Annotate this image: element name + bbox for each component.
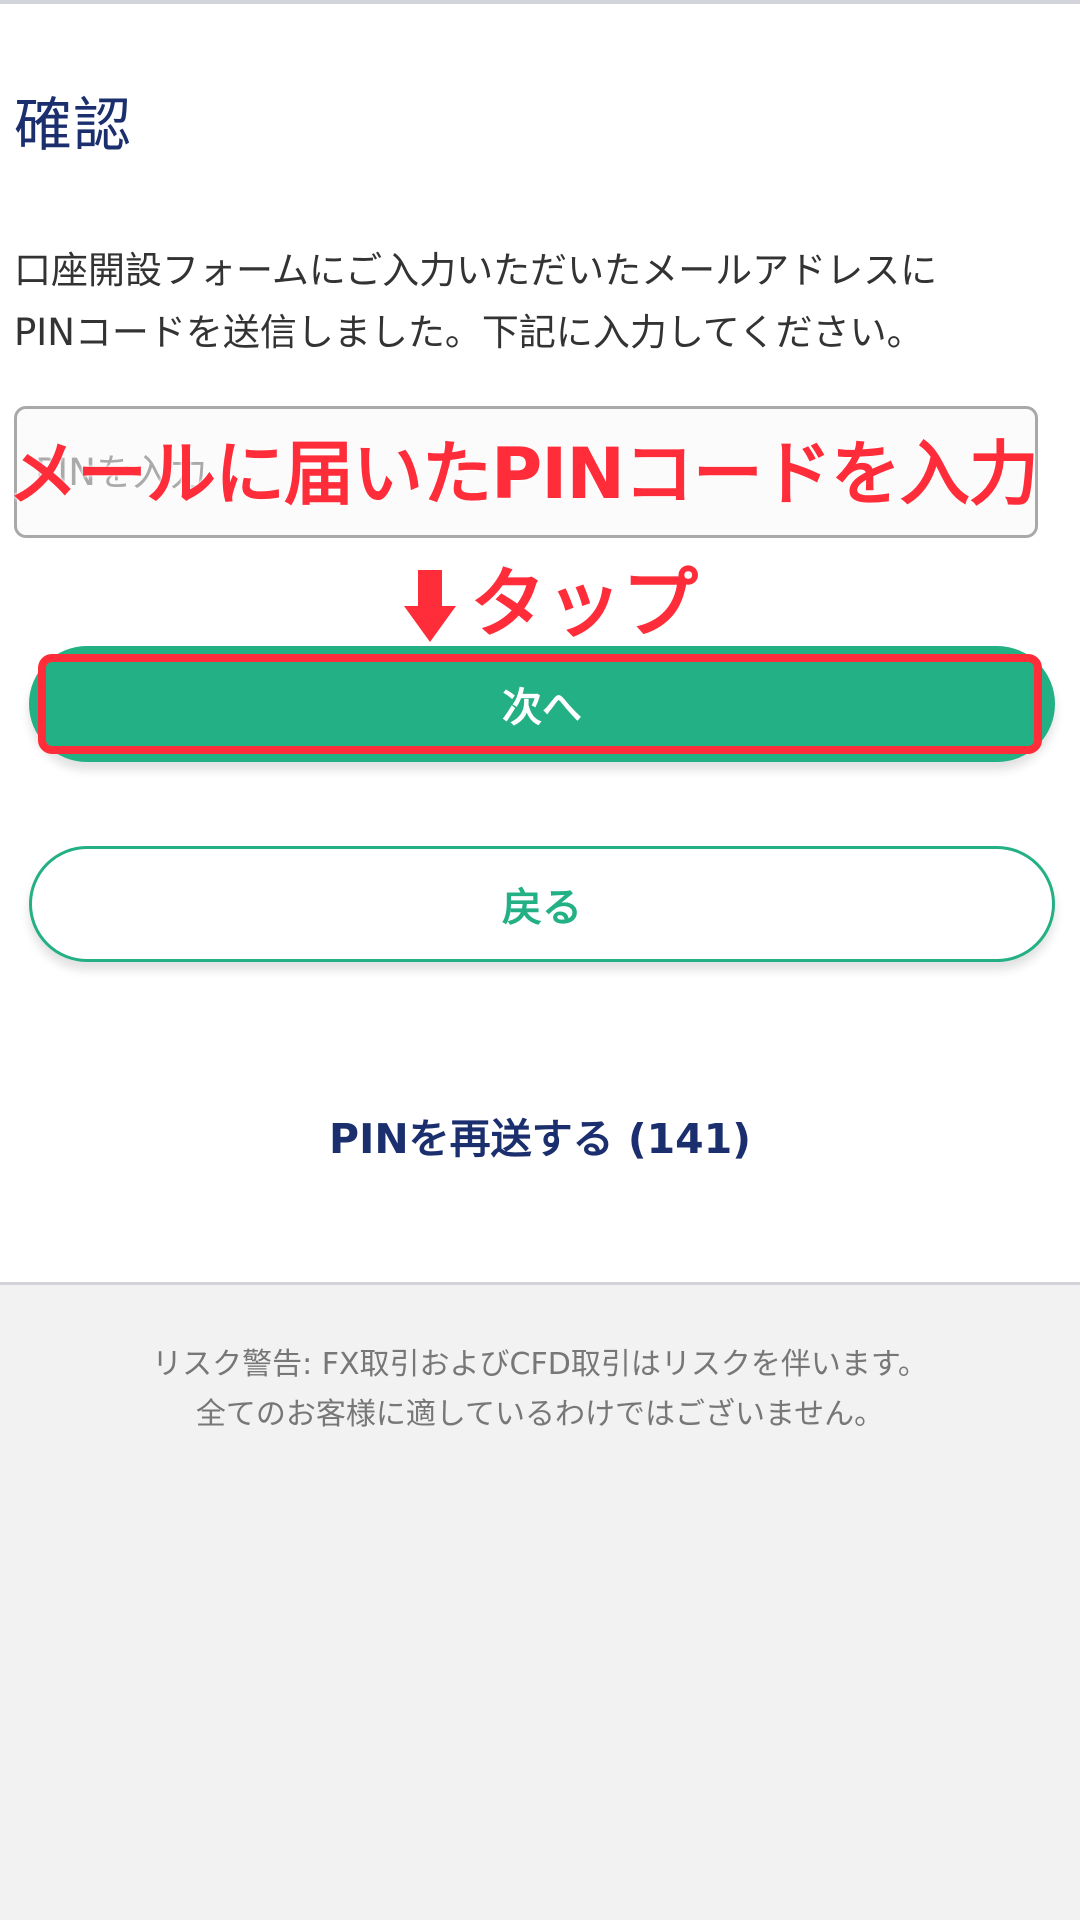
main-content: 確認 口座開設フォームにご入力いただいたメールアドレスに PINコードを送信しま… — [0, 4, 1080, 1285]
instruction-line-2: PINコードを送信しました。下記に入力してください。 — [14, 311, 924, 354]
annotation-tap: タップ — [470, 559, 698, 648]
instruction-line-1: 口座開設フォームにご入力いただいたメールアドレスに — [14, 249, 938, 292]
down-arrow-icon — [404, 570, 456, 642]
page: 確認 口座開設フォームにご入力いただいたメールアドレスに PINコードを送信しま… — [0, 0, 1080, 1920]
annotation-enter-pin: メールに届いたPINコードを入力 — [8, 433, 1039, 515]
instruction-text: 口座開設フォームにご入力いただいたメールアドレスに PINコードを送信しました。… — [14, 240, 1054, 364]
next-button[interactable]: 次へ — [29, 646, 1055, 762]
risk-warning: リスク警告: FX取引およびCFD取引はリスクを伴います。 全てのお客様に適して… — [0, 1340, 1080, 1440]
resend-pin-link[interactable]: PINを再送する (141) — [0, 1109, 1080, 1169]
page-title: 確認 — [14, 91, 133, 159]
back-button[interactable]: 戻る — [29, 846, 1055, 962]
risk-warning-line-2: 全てのお客様に適しているわけではございません。 — [195, 1397, 885, 1432]
risk-warning-line-1: リスク警告: FX取引およびCFD取引はリスクを伴います。 — [152, 1347, 928, 1382]
